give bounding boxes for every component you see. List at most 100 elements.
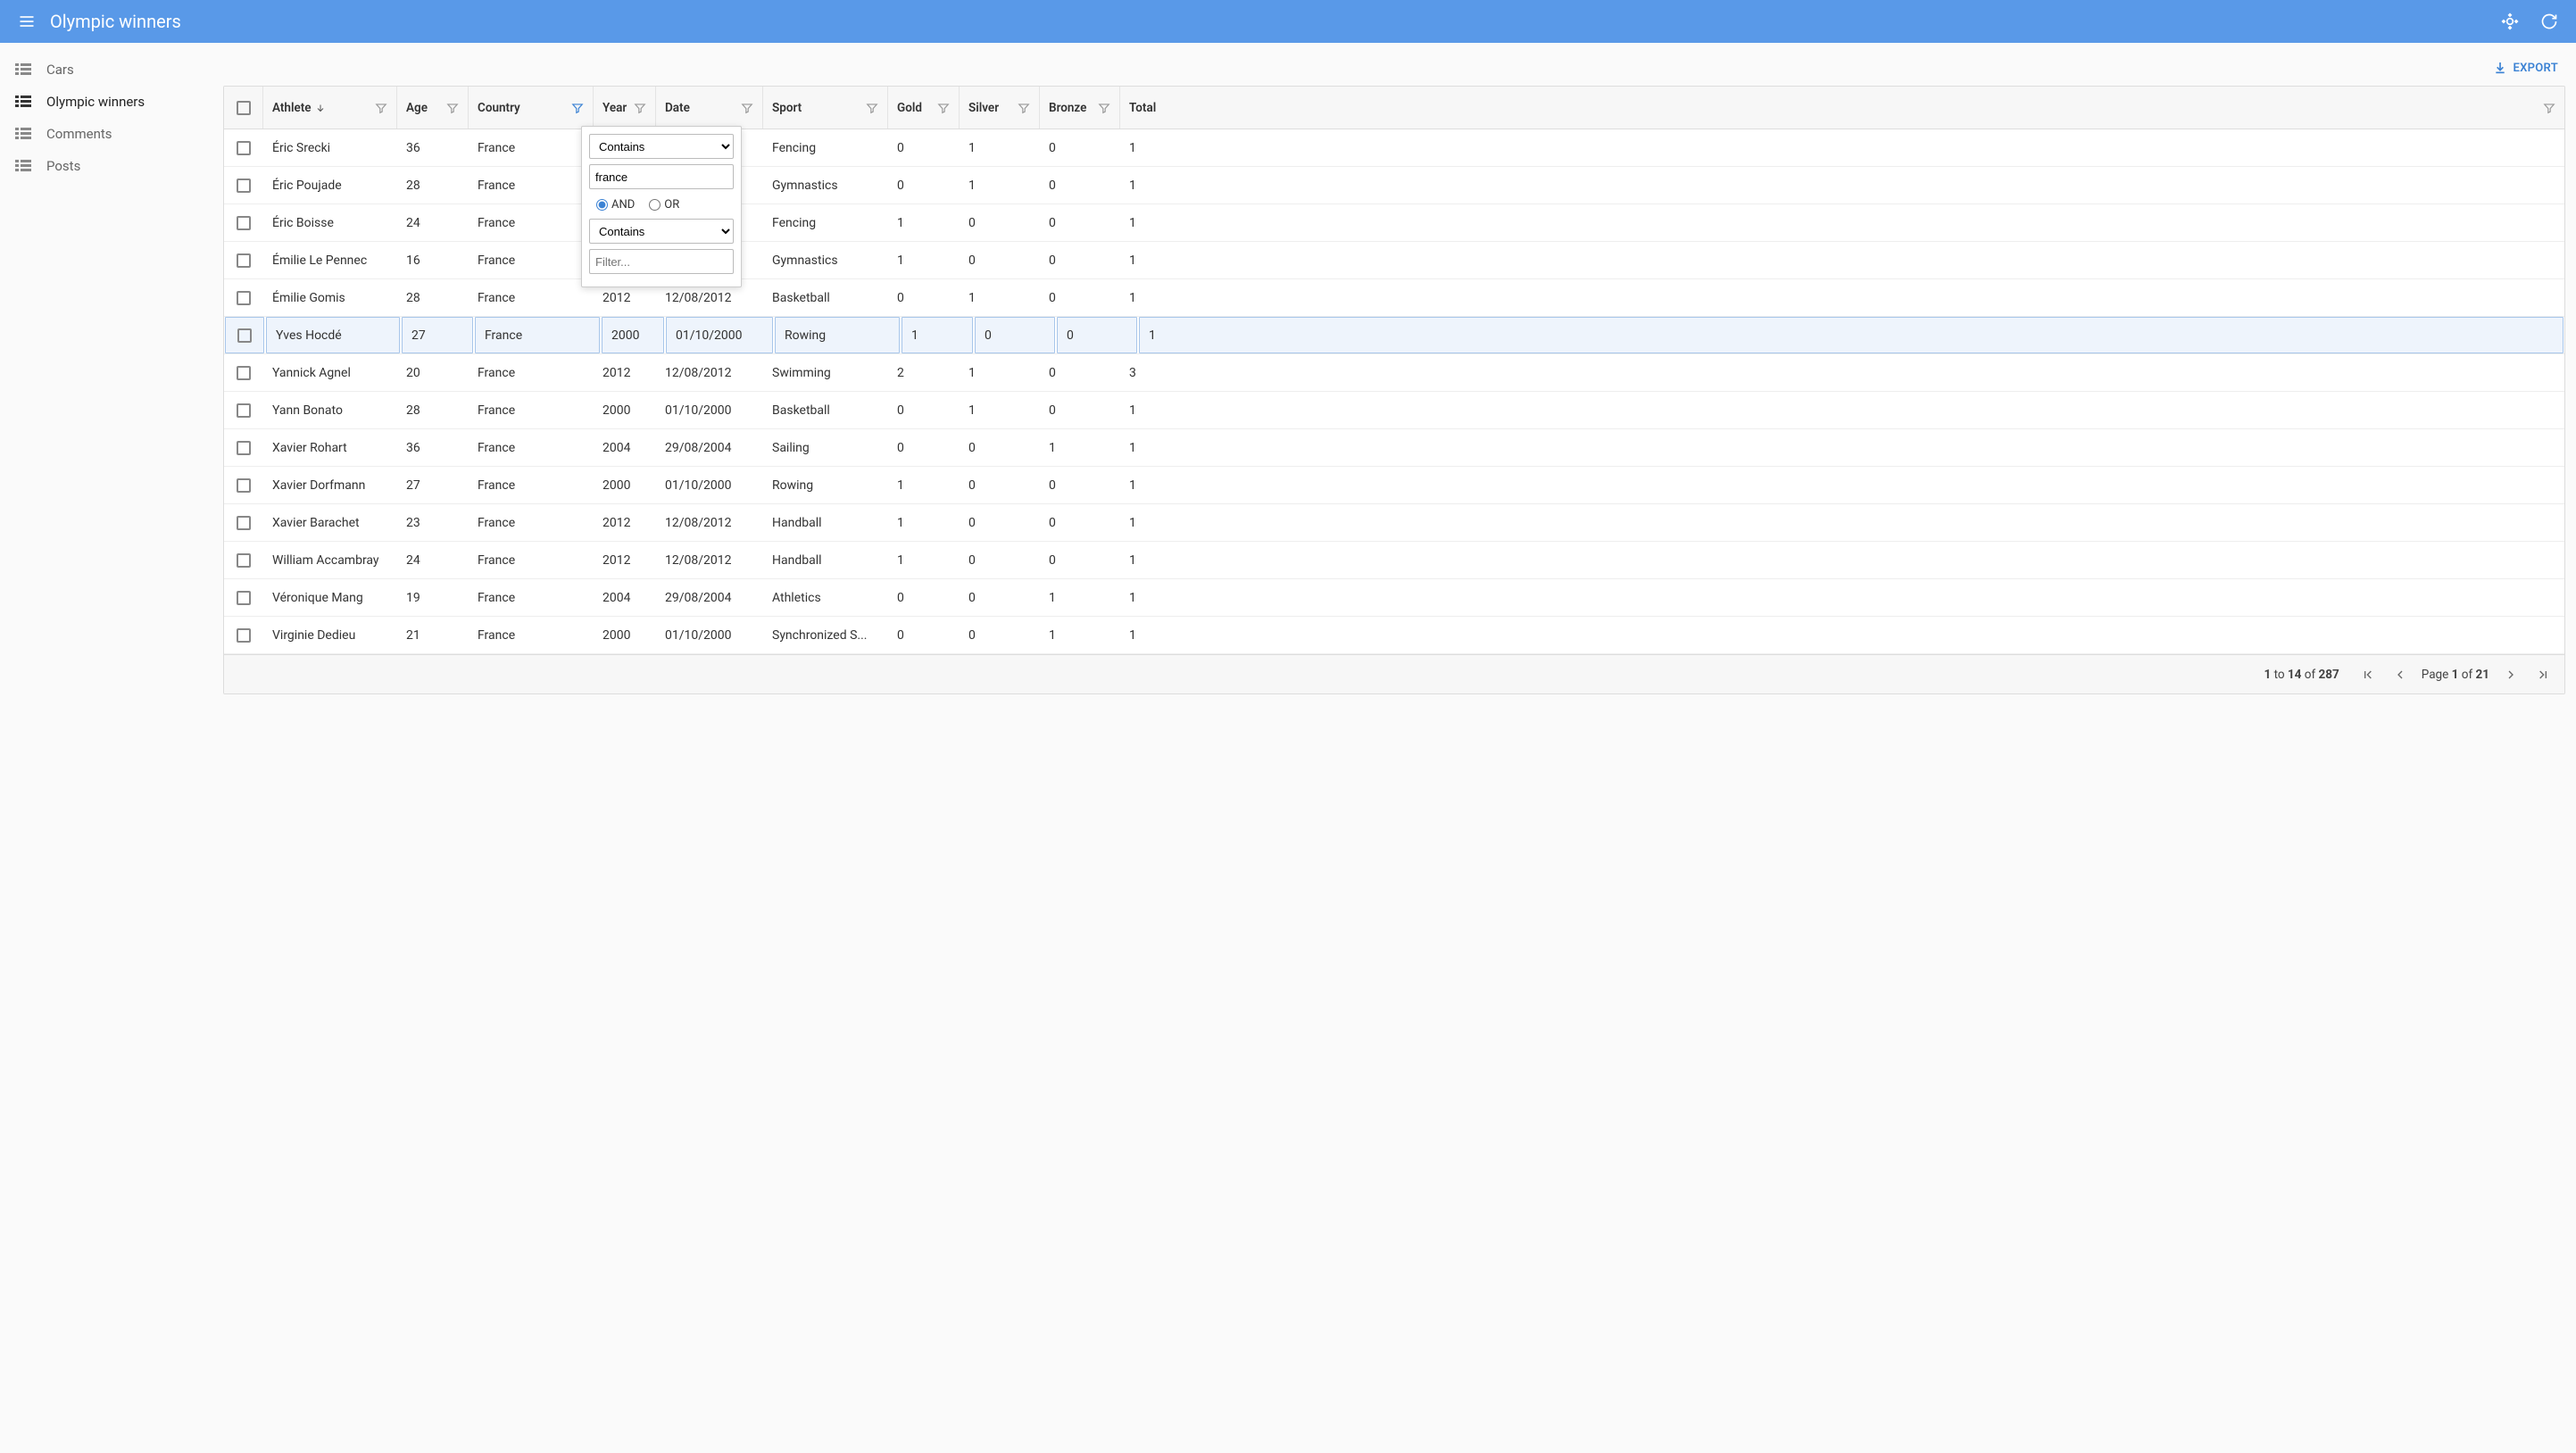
cell-checkbox[interactable]: [224, 167, 263, 203]
row-checkbox[interactable]: [237, 516, 251, 530]
cell-total: 1: [1120, 617, 2564, 653]
table-row[interactable]: Véronique Mang19France200429/08/2004Athl…: [224, 579, 2564, 617]
row-checkbox[interactable]: [237, 403, 251, 418]
cell-gold: 0: [888, 167, 960, 203]
hamburger-icon: [18, 12, 36, 30]
cell-checkbox[interactable]: [225, 317, 264, 353]
row-checkbox[interactable]: [237, 591, 251, 605]
last-page-button[interactable]: [2532, 664, 2554, 685]
cell-silver: 0: [960, 242, 1040, 278]
table-row[interactable]: Xavier Barachet23France201212/08/2012Han…: [224, 504, 2564, 542]
cell-silver: 0: [960, 504, 1040, 541]
filter-join-or[interactable]: OR: [649, 198, 679, 212]
table-row[interactable]: Émilie Gomis28France201212/08/2012Basket…: [224, 279, 2564, 317]
header-total[interactable]: Total: [1120, 87, 2564, 129]
cell-gold: 0: [888, 279, 960, 316]
header-date[interactable]: Date: [656, 87, 763, 129]
cell-checkbox[interactable]: [224, 242, 263, 278]
filter-icon[interactable]: [446, 102, 459, 114]
cell-silver: 0: [960, 467, 1040, 503]
row-checkbox[interactable]: [237, 628, 251, 643]
filter-icon[interactable]: [375, 102, 387, 114]
row-checkbox[interactable]: [237, 291, 251, 305]
next-page-button[interactable]: [2500, 664, 2522, 685]
table-row[interactable]: Xavier Dorfmann27France200001/10/2000Row…: [224, 467, 2564, 504]
header-athlete[interactable]: Athlete: [263, 87, 397, 129]
row-checkbox[interactable]: [237, 141, 251, 155]
filter-icon[interactable]: [634, 102, 646, 114]
row-checkbox[interactable]: [237, 253, 251, 268]
filter-value-input[interactable]: [589, 164, 734, 189]
header-year[interactable]: Year: [594, 87, 656, 129]
filter-icon[interactable]: [2543, 102, 2555, 114]
cell-athlete: Éric Boisse: [263, 204, 397, 241]
cell-sport: Rowing: [775, 317, 900, 353]
filter-icon[interactable]: [571, 102, 584, 114]
table-row[interactable]: Éric Poujade28France2000Gymnastics0101: [224, 167, 2564, 204]
cell-checkbox[interactable]: [224, 279, 263, 316]
select-all-checkbox[interactable]: [237, 101, 251, 115]
header-silver[interactable]: Silver: [960, 87, 1040, 129]
filter-join-and[interactable]: AND: [596, 198, 635, 212]
refresh-button[interactable]: [2533, 5, 2565, 37]
row-checkbox[interactable]: [237, 179, 251, 193]
table-row[interactable]: Éric Boisse24France/2004Fencing1001: [224, 204, 2564, 242]
row-checkbox[interactable]: [237, 328, 252, 343]
table-row[interactable]: Xavier Rohart36France200429/08/2004Saili…: [224, 429, 2564, 467]
filter-value2-input[interactable]: [589, 249, 734, 274]
header-sport[interactable]: Sport: [763, 87, 888, 129]
sidebar-item-comments[interactable]: Comments: [0, 118, 223, 150]
sidebar-item-cars[interactable]: Cars: [0, 54, 223, 86]
theme-toggle-button[interactable]: [2494, 5, 2526, 37]
filter-icon[interactable]: [1098, 102, 1110, 114]
row-checkbox[interactable]: [237, 553, 251, 568]
filter-icon[interactable]: [741, 102, 753, 114]
cell-checkbox[interactable]: [224, 129, 263, 166]
row-checkbox[interactable]: [237, 216, 251, 230]
cell-checkbox[interactable]: [224, 504, 263, 541]
filter-icon[interactable]: [937, 102, 950, 114]
filter-icon[interactable]: [1018, 102, 1030, 114]
filter-icon[interactable]: [866, 102, 878, 114]
header-age[interactable]: Age: [397, 87, 469, 129]
table-row[interactable]: Yves Hocdé27France200001/10/2000Rowing10…: [224, 317, 2564, 354]
cell-checkbox[interactable]: [224, 392, 263, 428]
table-row[interactable]: Yann Bonato28France200001/10/2000Basketb…: [224, 392, 2564, 429]
table-row[interactable]: Éric Srecki36France2000Fencing0101: [224, 129, 2564, 167]
header-bronze[interactable]: Bronze: [1040, 87, 1120, 129]
row-checkbox[interactable]: [237, 441, 251, 455]
cell-sport: Athletics: [763, 579, 888, 616]
cell-checkbox[interactable]: [224, 354, 263, 391]
prev-page-button[interactable]: [2389, 664, 2411, 685]
header-label: Bronze: [1049, 101, 1086, 115]
header-country[interactable]: Country: [469, 87, 594, 129]
cell-silver: 1: [960, 129, 1040, 166]
sidebar-item-posts[interactable]: Posts: [0, 150, 223, 182]
row-checkbox[interactable]: [237, 366, 251, 380]
row-checkbox[interactable]: [237, 478, 251, 493]
export-button[interactable]: EXPORT: [2493, 61, 2558, 75]
cell-year: 2004: [594, 579, 656, 616]
table-row[interactable]: Yannick Agnel20France201212/08/2012Swimm…: [224, 354, 2564, 392]
header-label: Total: [1129, 101, 1156, 115]
filter-operator-select[interactable]: Contains: [589, 134, 734, 159]
table-row[interactable]: Virginie Dedieu21France200001/10/2000Syn…: [224, 617, 2564, 654]
table-row[interactable]: William Accambray24France201212/08/2012H…: [224, 542, 2564, 579]
header-label: Gold: [897, 101, 922, 115]
cell-total: 3: [1120, 354, 2564, 391]
header-gold[interactable]: Gold: [888, 87, 960, 129]
filter-operator2-select[interactable]: Contains: [589, 219, 734, 244]
cell-checkbox[interactable]: [224, 429, 263, 466]
sidebar-item-olympic-winners[interactable]: Olympic winners: [0, 86, 223, 118]
cell-checkbox[interactable]: [224, 617, 263, 653]
menu-button[interactable]: [11, 5, 43, 37]
cell-checkbox[interactable]: [224, 204, 263, 241]
first-page-button[interactable]: [2357, 664, 2379, 685]
cell-date: 01/10/2000: [656, 392, 763, 428]
header-checkbox[interactable]: [224, 87, 263, 129]
cell-checkbox[interactable]: [224, 542, 263, 578]
cell-checkbox[interactable]: [224, 467, 263, 503]
cell-age: 19: [397, 579, 469, 616]
cell-checkbox[interactable]: [224, 579, 263, 616]
table-row[interactable]: Émilie Le Pennec16France/2004Gymnastics1…: [224, 242, 2564, 279]
